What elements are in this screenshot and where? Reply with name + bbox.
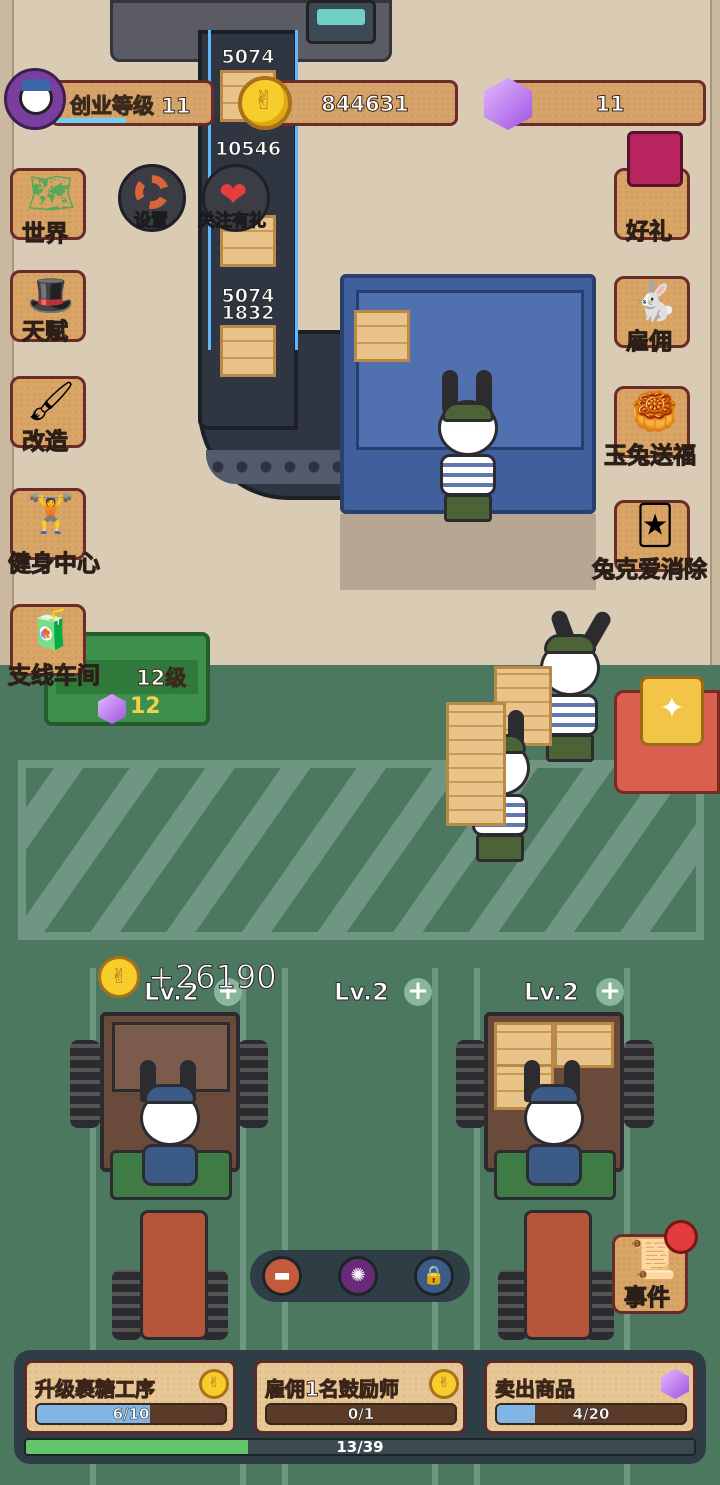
truck-tire [70,1040,100,1128]
truck-tire [624,1040,654,1128]
truck-tire [238,1040,268,1128]
factory-wall-right [710,0,720,665]
task-title: 雇佣1名鼓励师 [265,1377,400,1402]
avatar[interactable] [4,68,66,130]
rabbit-driver[interactable] [514,1060,594,1220]
coin-icon: ✌ [429,1369,459,1399]
follow-gift-label: 关注有礼 [198,211,267,232]
world-label: 世界 [22,221,69,248]
machine-screen [306,0,376,44]
conveyor-count: 10546 [214,138,282,161]
remodel-label: 改造 [22,429,69,456]
paint-roller-icon: 🖌 [26,379,76,423]
task-progress-text: 4/20 [572,1405,610,1424]
hire-icon: 🐇 [631,279,679,323]
coin-icon: ✌ [98,956,140,998]
notification-dot [664,1220,698,1254]
truck-level-label: Lv.2 [524,978,580,1007]
workshop-label: 支线车间 [8,663,101,690]
settings-label: 设置 [134,211,169,232]
product-box [220,325,276,377]
talent-label: 天赋 [22,319,69,346]
task-title: 卖出商品 [495,1377,576,1402]
coin-gain-text: +26190 [148,958,278,997]
task-progress-text: 0/1 [347,1405,375,1424]
gift-label: 好礼 [626,219,673,246]
ticket-icon[interactable]: ▬ [262,1256,302,1296]
gym-icon: 🏋 [27,491,75,535]
rabbit-driver[interactable] [130,1060,210,1220]
gem-count: 11 [595,92,625,117]
workshop-level: 12级 [135,666,187,691]
conveyor-count: 5074 [221,46,275,69]
conveyor-rail [206,450,346,484]
gear-icon [135,175,169,209]
task-progress-text: 6/10 [112,1405,150,1424]
conveyor-count: 1832 [221,302,275,325]
jade-rabbit-label: 玉兔送福 [604,443,697,470]
rabbit-worker[interactable] [428,370,508,530]
task-card[interactable]: 卖出商品 4/20 [484,1360,696,1434]
event-label: 事件 [624,1285,671,1312]
level-label: 创业等级 11 [70,94,192,119]
truck-tire [112,1270,142,1340]
tile-match-label: 兔克爱消除 [592,557,708,584]
box-stack [446,702,506,826]
booster-icon[interactable]: ✺ [338,1256,378,1296]
upgrade-plus-icon[interactable]: + [596,978,624,1006]
cards-icon: 🃏 [635,503,675,547]
product-box [354,310,410,362]
coin-count: 844631 [321,92,410,117]
main-progress-text: 13/39 [336,1438,384,1456]
truck-engine [524,1210,592,1340]
coin-icon: ✌ [199,1369,229,1399]
truck-level-label: Lv.2 [334,978,390,1007]
jade-rabbit-icon: 🥮 [631,389,679,433]
gym-label: 健身中心 [8,551,101,578]
truck-engine [140,1210,208,1340]
hire-label: 雇佣 [626,329,673,356]
truck-tire [456,1040,486,1128]
upgrade-plus-icon[interactable]: + [404,978,432,1006]
workshop-gem-cost: 12 [130,694,161,719]
treasure-chest-icon[interactable]: ✦ [640,676,704,746]
workshop-icon: 🧃 [27,607,75,651]
task-card[interactable]: 升级裹糖工序 ✌ 6/10 [24,1360,236,1434]
gift-box-icon [627,131,683,187]
world-map-icon: 🗺 [26,171,76,215]
gem-icon [661,1369,689,1399]
task-card[interactable]: 雇佣1名鼓励师 ✌ 0/1 [254,1360,466,1434]
striped-loading-zone [18,760,704,940]
coin-icon [238,76,292,130]
task-title: 升级裹糖工序 [35,1377,156,1402]
lock-icon[interactable]: 🔒 [414,1256,454,1296]
